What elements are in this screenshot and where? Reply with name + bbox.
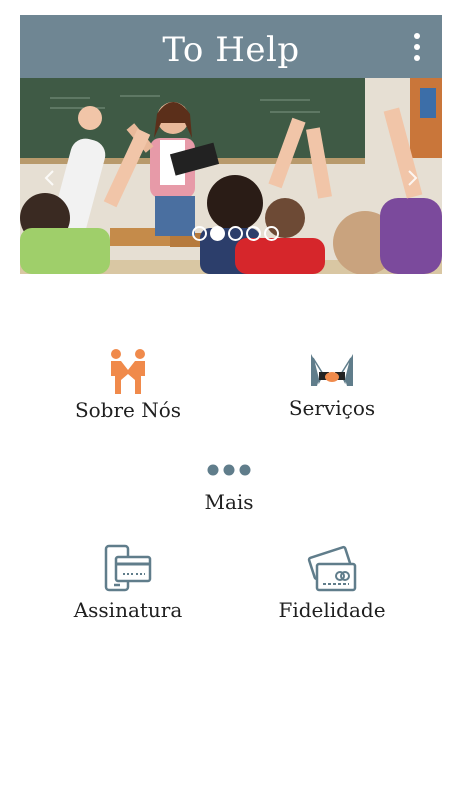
phone-card-icon: [104, 544, 152, 592]
business-handshake-icon: [311, 354, 353, 386]
app-screen: To Help Sobre Nós Serviços Mais Assinatu…: [0, 0, 458, 800]
carousel-indicators: [192, 226, 279, 241]
loyalty-button[interactable]: Fidelidade: [272, 544, 392, 622]
classroom-photo: [20, 78, 442, 274]
carousel-dot[interactable]: [192, 226, 207, 241]
app-title: To Help: [162, 30, 300, 70]
chevron-right-icon[interactable]: [400, 166, 424, 190]
about-us-label: Sobre Nós: [74, 398, 182, 422]
services-label: Serviços: [288, 396, 376, 420]
more-button[interactable]: Mais: [169, 462, 289, 514]
carousel-dot[interactable]: [228, 226, 243, 241]
app-bar: To Help: [20, 15, 442, 78]
chevron-left-icon[interactable]: [38, 166, 62, 190]
carousel-dot[interactable]: [246, 226, 261, 241]
subscription-button[interactable]: Assinatura: [68, 544, 188, 622]
services-button[interactable]: Serviços: [272, 352, 392, 420]
more-vertical-icon[interactable]: [410, 33, 424, 63]
more-horizontal-icon: [207, 464, 251, 476]
handshake-people-icon: [111, 349, 145, 394]
about-us-button[interactable]: Sobre Nós: [68, 348, 188, 422]
loyalty-label: Fidelidade: [278, 598, 386, 622]
subscription-label: Assinatura: [73, 598, 183, 622]
card-cash-icon: [307, 545, 357, 592]
more-label: Mais: [204, 490, 254, 514]
image-carousel[interactable]: [20, 78, 442, 274]
carousel-dot-active[interactable]: [210, 226, 225, 241]
carousel-dot[interactable]: [264, 226, 279, 241]
